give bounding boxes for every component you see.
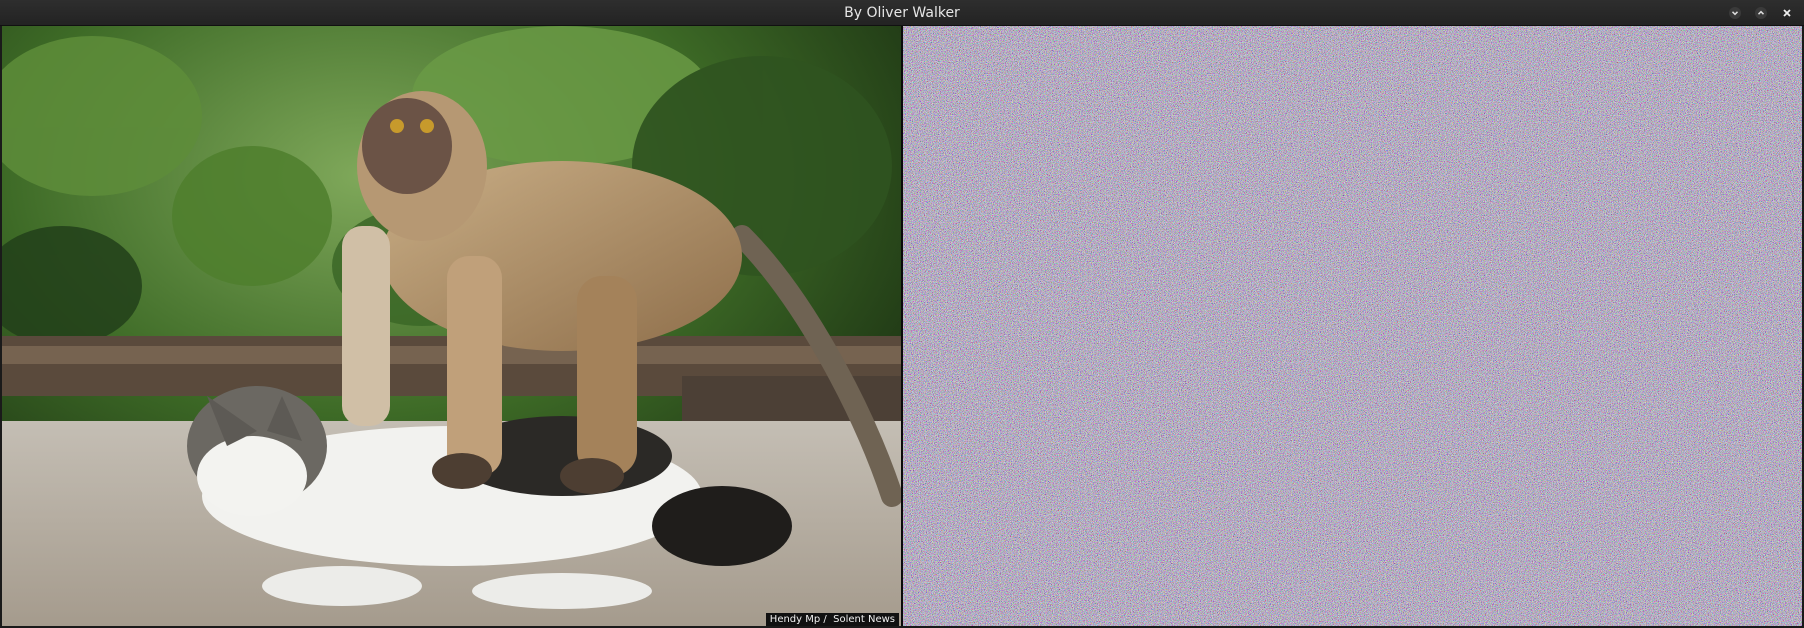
chevron-down-icon [1729, 7, 1741, 19]
monkey-cat-photo [2, 26, 901, 626]
close-icon [1783, 9, 1791, 17]
image-viewer-window: By Oliver Walker Hendy Mp / Solent News [0, 0, 1804, 628]
image-comparison-area: Hendy Mp / Solent News [2, 26, 1802, 626]
window-title: By Oliver Walker [844, 5, 960, 21]
window-controls [1726, 4, 1796, 22]
close-button[interactable] [1778, 4, 1796, 22]
title-bar[interactable]: By Oliver Walker [0, 0, 1804, 26]
noise-pane [903, 26, 1802, 626]
minimize-button[interactable] [1726, 4, 1744, 22]
chevron-up-icon [1755, 7, 1767, 19]
maximize-button[interactable] [1752, 4, 1770, 22]
photo-pane: Hendy Mp / Solent News [2, 26, 901, 626]
noise-image [903, 26, 1802, 626]
photo-credit: Hendy Mp / Solent News [765, 613, 899, 626]
